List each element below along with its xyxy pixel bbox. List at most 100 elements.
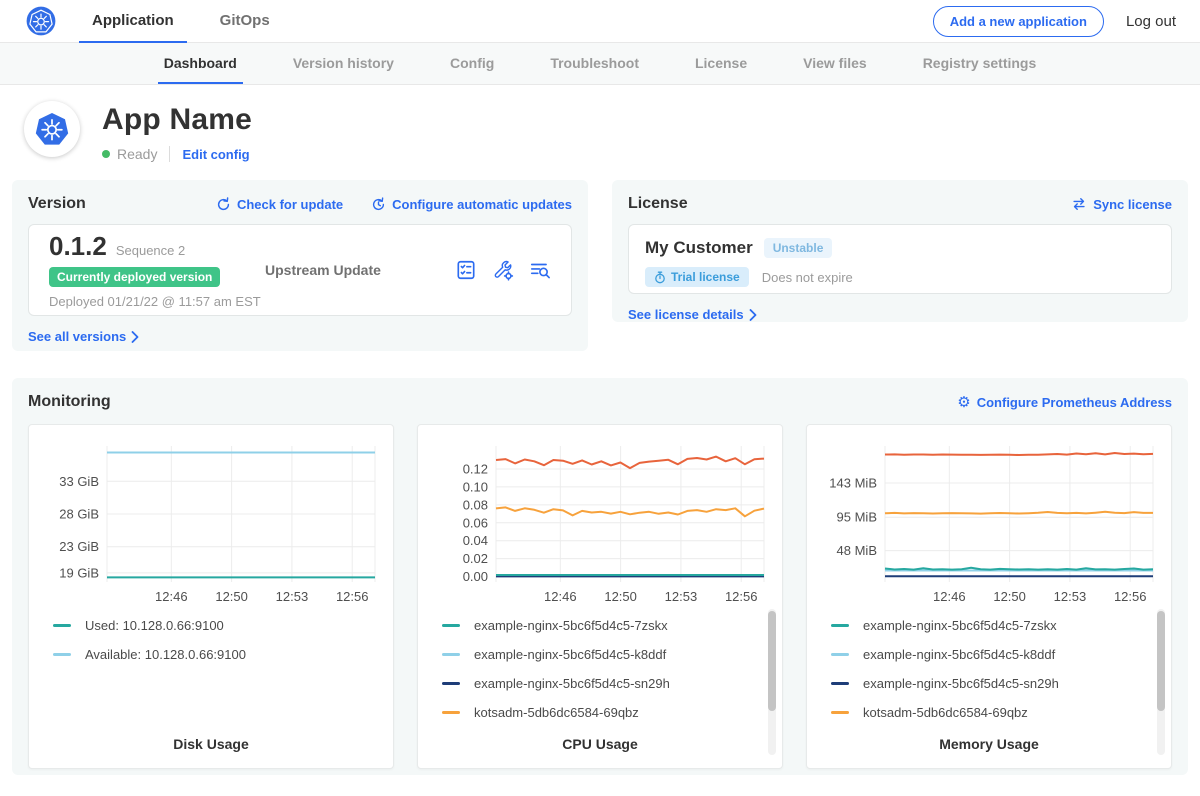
chart-title: Memory Usage <box>807 736 1171 752</box>
configure-automatic-updates-link[interactable]: Configure automatic updates <box>371 197 572 212</box>
svg-text:12:56: 12:56 <box>336 589 369 604</box>
legend-item: example-nginx-5bc6f5d4c5-7zskx <box>442 611 782 640</box>
license-card-title: License <box>628 195 688 213</box>
charts-row: 12:4612:5012:5312:5633 GiB28 GiB23 GiB19… <box>28 424 1172 769</box>
svg-text:12:46: 12:46 <box>544 589 577 604</box>
legend-swatch <box>442 682 460 685</box>
subnav-tab-config[interactable]: Config <box>422 43 522 84</box>
configure-prometheus-link[interactable]: ⚙ Configure Prometheus Address <box>957 395 1172 410</box>
svg-text:12:53: 12:53 <box>276 589 309 604</box>
check-for-update-link[interactable]: Check for update <box>216 197 343 212</box>
subnav-tab-registry-settings[interactable]: Registry settings <box>895 43 1065 84</box>
legend-label: example-nginx-5bc6f5d4c5-sn29h <box>863 676 1059 691</box>
kubernetes-app-icon <box>33 110 71 148</box>
legend-swatch <box>442 624 460 627</box>
svg-text:12:56: 12:56 <box>1114 589 1147 604</box>
app-header: App Name Ready Edit config <box>0 85 1200 176</box>
svg-text:0.08: 0.08 <box>463 497 488 512</box>
config-wrench-icon[interactable] <box>492 259 514 281</box>
svg-text:19 GiB: 19 GiB <box>59 565 99 580</box>
status-dot <box>102 150 110 158</box>
monitoring-section: Monitoring ⚙ Configure Prometheus Addres… <box>12 378 1188 775</box>
legend-label: Available: 10.128.0.66:9100 <box>85 647 246 662</box>
status-label: Ready <box>117 146 157 162</box>
legend-swatch <box>53 653 71 656</box>
see-all-versions-link[interactable]: See all versions <box>28 329 572 344</box>
legend-swatch <box>831 711 849 714</box>
svg-text:0.12: 0.12 <box>463 461 488 476</box>
preflight-checklist-icon[interactable] <box>455 259 477 281</box>
legend-scrollbar[interactable] <box>1157 609 1165 755</box>
legend-item: kotsadm-5db6dc6584-69qbz <box>442 698 782 727</box>
subnav-tab-troubleshoot[interactable]: Troubleshoot <box>522 43 667 84</box>
chart-card-disk-usage: 12:4612:5012:5312:5633 GiB28 GiB23 GiB19… <box>28 424 394 769</box>
svg-text:12:53: 12:53 <box>1054 589 1087 604</box>
legend-label: kotsadm-5db6dc6584-69qbz <box>863 705 1028 720</box>
legend-swatch <box>442 711 460 714</box>
chart-title: Disk Usage <box>29 736 393 752</box>
license-summary-row: My Customer Unstable Trial license Does … <box>628 224 1172 294</box>
version-source-label: Upstream Update <box>265 262 381 278</box>
subnav-tab-version-history[interactable]: Version history <box>265 43 422 84</box>
topnav-tab-application[interactable]: Application <box>92 0 174 43</box>
svg-text:0.10: 0.10 <box>463 479 488 494</box>
svg-text:48 MiB: 48 MiB <box>837 543 877 558</box>
legend-item: example-nginx-5bc6f5d4c5-7zskx <box>831 611 1171 640</box>
topnav-tabs: Application GitOps <box>92 0 316 43</box>
legend-item: example-nginx-5bc6f5d4c5-sn29h <box>442 669 782 698</box>
topnav-tab-gitops[interactable]: GitOps <box>220 0 270 43</box>
stopwatch-icon <box>654 271 666 284</box>
svg-text:23 GiB: 23 GiB <box>59 539 99 554</box>
legend-scrollbar-thumb[interactable] <box>768 611 776 711</box>
svg-text:12:50: 12:50 <box>215 589 248 604</box>
chart-plot: 12:4612:5012:5312:56143 MiB95 MiB48 MiB <box>813 434 1165 606</box>
page-title: App Name <box>102 103 252 137</box>
edit-config-link[interactable]: Edit config <box>182 147 249 162</box>
legend-swatch <box>831 682 849 685</box>
svg-text:12:53: 12:53 <box>665 589 698 604</box>
svg-text:28 GiB: 28 GiB <box>59 507 99 522</box>
svg-text:0.06: 0.06 <box>463 515 488 530</box>
add-application-button[interactable]: Add a new application <box>933 6 1104 37</box>
channel-badge: Unstable <box>764 238 833 258</box>
subnav-tab-view-files[interactable]: View files <box>775 43 895 84</box>
legend-label: example-nginx-5bc6f5d4c5-sn29h <box>474 676 670 691</box>
legend-swatch <box>53 624 71 627</box>
logout-link[interactable]: Log out <box>1126 13 1176 30</box>
schedule-refresh-icon <box>371 197 386 212</box>
sync-arrows-icon <box>1071 197 1087 211</box>
legend-label: example-nginx-5bc6f5d4c5-k8ddf <box>474 647 666 662</box>
expiry-text: Does not expire <box>762 270 853 285</box>
legend-swatch <box>831 624 849 627</box>
app-sub-nav: DashboardVersion historyConfigTroublesho… <box>0 43 1200 85</box>
customer-name: My Customer <box>645 238 753 258</box>
subnav-tab-dashboard[interactable]: Dashboard <box>136 43 265 84</box>
chart-plot: 12:4612:5012:5312:560.120.100.080.060.04… <box>424 434 776 606</box>
top-nav: ApplicationGitOps Add a new application … <box>0 0 1200 43</box>
chart-card-memory-usage: 12:4612:5012:5312:56143 MiB95 MiB48 MiBe… <box>806 424 1172 769</box>
svg-text:12:50: 12:50 <box>993 589 1026 604</box>
legend-label: example-nginx-5bc6f5d4c5-7zskx <box>863 618 1057 633</box>
legend-label: example-nginx-5bc6f5d4c5-k8ddf <box>863 647 1055 662</box>
trial-license-badge: Trial license <box>645 267 749 287</box>
sync-license-link[interactable]: Sync license <box>1071 197 1172 212</box>
kubernetes-logo-icon <box>26 6 56 36</box>
chevron-right-icon <box>749 309 757 321</box>
sequence-label: Sequence 2 <box>116 243 185 258</box>
legend-label: kotsadm-5db6dc6584-69qbz <box>474 705 639 720</box>
legend-scrollbar[interactable] <box>768 609 776 755</box>
app-avatar <box>24 101 80 157</box>
chart-legend: Used: 10.128.0.66:9100Available: 10.128.… <box>53 611 393 669</box>
legend-item: example-nginx-5bc6f5d4c5-k8ddf <box>442 640 782 669</box>
chart-plot: 12:4612:5012:5312:5633 GiB28 GiB23 GiB19… <box>35 434 387 606</box>
legend-swatch <box>831 653 849 656</box>
legend-label: example-nginx-5bc6f5d4c5-7zskx <box>474 618 668 633</box>
version-card: Version Check for update Configure au <box>12 180 588 351</box>
diff-search-icon[interactable] <box>529 259 551 281</box>
see-license-details-link[interactable]: See license details <box>628 307 1172 322</box>
svg-text:12:56: 12:56 <box>725 589 758 604</box>
legend-scrollbar-thumb[interactable] <box>1157 611 1165 711</box>
legend-item: Available: 10.128.0.66:9100 <box>53 640 393 669</box>
subnav-tab-license[interactable]: License <box>667 43 775 84</box>
svg-text:0.00: 0.00 <box>463 569 488 584</box>
